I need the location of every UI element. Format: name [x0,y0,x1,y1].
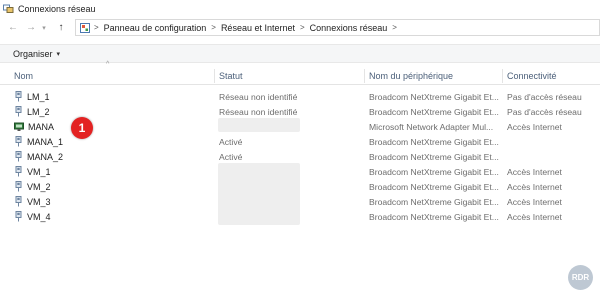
connection-name: VM_4 [27,211,51,222]
column-header-connectivity[interactable]: Connectivité [507,66,557,85]
window-title: Connexions réseau [18,3,96,14]
breadcrumb-separator[interactable]: > [392,23,397,32]
connection-row[interactable]: MANA_2 Activé Broadcom NetXtreme Gigabit E… [0,149,600,164]
breadcrumb-item-control-panel[interactable]: Panneau de configuration [104,23,207,33]
connection-name: MANA_2 [27,151,64,162]
connection-device-name: Broadcom NetXtreme Gigabit Et... [369,136,499,147]
redacted-status [218,163,300,225]
connection-name-cell[interactable]: MANA_2 [14,149,214,164]
breadcrumb-separator[interactable]: > [300,23,305,32]
connection-name-cell[interactable]: VM_3 [14,194,214,209]
column-divider[interactable] [364,69,365,83]
column-header-name[interactable]: Nom [14,66,33,85]
connection-name: MANA [28,121,55,132]
arrow-up-icon[interactable]: ↑ [54,21,68,35]
ethernet-adapter-icon [14,106,23,117]
connection-device-name: Broadcom NetXtreme Gigabit Et... [369,211,499,222]
ethernet-adapter-icon [14,166,23,177]
ethernet-adapter-icon [14,211,23,222]
window-titlebar: Connexions réseau [0,0,600,17]
connection-row[interactable]: VM_4 Broadcom NetXtreme Gigabit Et... Accè… [0,209,600,224]
navigation-bar: ← → ▾ ↑ > Panneau de configuration > Rés… [0,19,600,36]
arrow-left-icon[interactable]: ← [6,21,20,35]
connection-name-cell[interactable]: VM_4 [14,209,214,224]
connection-connectivity [507,134,600,149]
connection-row[interactable]: VM_1 Broadcom NetXtreme Gigabit Et... Accè… [0,164,600,179]
connection-status: Réseau non identifié [219,106,298,117]
connection-status: Réseau non identifié [219,91,298,102]
breadcrumb-item-network-connections[interactable]: Connexions réseau [310,23,388,33]
connection-name-cell[interactable]: VM_2 [14,179,214,194]
ethernet-adapter-icon [14,91,23,102]
connection-row[interactable]: LM_1 Réseau non identifié Broadcom NetXtre… [0,89,600,104]
connection-device-name: Broadcom NetXtreme Gigabit Et... [369,166,499,177]
command-toolbar: Organiser ▾ [0,44,600,63]
network-team-icon [14,121,24,132]
connection-connectivity: Pas d'accès réseau [507,106,582,117]
connection-row[interactable]: VM_2 Broadcom NetXtreme Gigabit Et... Accè… [0,179,600,194]
connection-status: Activé [219,136,243,147]
network-connections-icon [3,4,14,14]
annotation-badge: 1 [71,117,93,139]
arrow-right-icon[interactable]: → [24,21,38,35]
connection-row[interactable]: VM_3 Broadcom NetXtreme Gigabit Et... Accè… [0,194,600,209]
column-header-status[interactable]: Statut [219,66,243,85]
redacted-status [218,118,300,132]
ethernet-adapter-icon [14,181,23,192]
connection-connectivity: Accès Internet [507,211,562,222]
connection-name-cell[interactable]: MANA_1 [14,134,214,149]
ethernet-adapter-icon [14,136,23,147]
connection-connectivity [507,149,600,164]
control-panel-icon [80,22,90,33]
ethernet-adapter-icon [14,151,23,162]
connection-name: VM_1 [27,166,51,177]
connection-device-name: Broadcom NetXtreme Gigabit Et... [369,196,499,207]
column-headers: Nom Statut Nom du périphérique Connectiv… [0,66,600,85]
address-bar[interactable]: > Panneau de configuration > Réseau et I… [75,19,600,36]
connection-device-name: Microsoft Network Adapter Mul... [369,121,494,132]
connection-name-cell[interactable]: LM_2 [14,104,214,119]
connection-connectivity: Accès Internet [507,181,562,192]
connection-row[interactable]: MANA_1 Activé Broadcom NetXtreme Gigabit E… [0,134,600,149]
connection-device-name: Broadcom NetXtreme Gigabit Et... [369,91,499,102]
connection-connectivity: Pas d'accès réseau [507,91,582,102]
column-header-device[interactable]: Nom du périphérique [369,66,453,85]
connection-device-name: Broadcom NetXtreme Gigabit Et... [369,106,499,117]
connection-name-cell[interactable]: LM_1 [14,89,214,104]
breadcrumb-separator[interactable]: > [211,23,216,32]
connection-device-name: Broadcom NetXtreme Gigabit Et... [369,151,499,162]
organize-button[interactable]: Organiser [13,49,53,59]
chevron-down-icon[interactable]: ▾ [57,50,61,58]
connection-name-cell[interactable]: VM_1 [14,164,214,179]
connection-name: MANA_1 [27,136,64,147]
connection-row[interactable]: LM_2 Réseau non identifié Broadcom NetXtre… [0,104,600,119]
connection-name: VM_2 [27,181,51,192]
breadcrumb-separator: > [94,23,99,32]
connection-connectivity: Accès Internet [507,166,562,177]
column-divider[interactable] [502,69,503,83]
ethernet-adapter-icon [14,196,23,207]
watermark-logo: RDR [568,265,593,290]
breadcrumb-item-network-internet[interactable]: Réseau et Internet [221,23,295,33]
connection-connectivity: Accès Internet [507,196,562,207]
connection-name: LM_2 [27,106,50,117]
connection-device-name: Broadcom NetXtreme Gigabit Et... [369,181,499,192]
connection-connectivity: Accès Internet [507,121,562,132]
connection-name: LM_1 [27,91,50,102]
connection-name: VM_3 [27,196,51,207]
column-divider[interactable] [214,69,215,83]
chevron-down-icon[interactable]: ▾ [40,21,48,35]
connection-status: Activé [219,151,243,162]
connection-name-cell[interactable]: MANA [14,119,214,134]
